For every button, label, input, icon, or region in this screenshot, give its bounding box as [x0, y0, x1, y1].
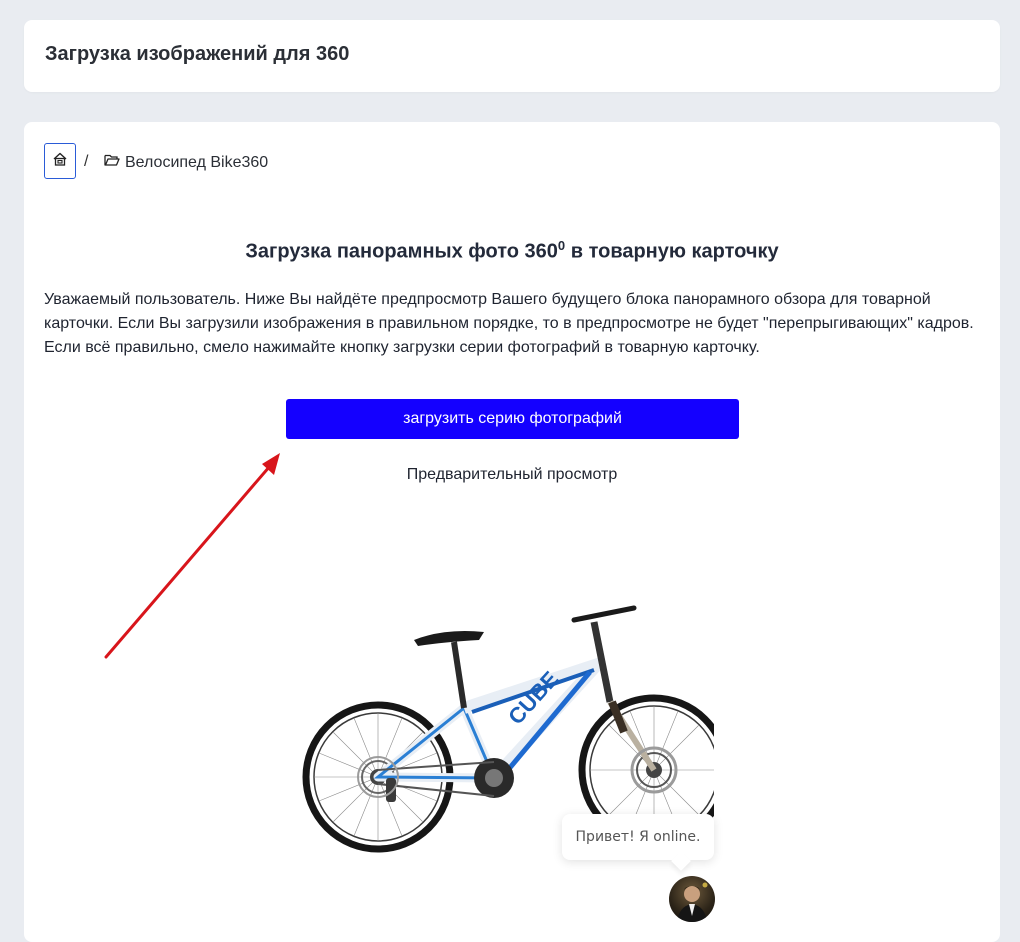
chat-avatar[interactable] — [669, 876, 715, 922]
description-text: Уважаемый пользователь. Ниже Вы найдёте … — [44, 291, 974, 356]
main-card: / Велосипед Bike360 Загрузка панорамных … — [24, 122, 1000, 942]
preview-label: Предварительный просмотр — [406, 466, 618, 483]
chat-greeting-bubble[interactable]: Привет! Я online. — [562, 814, 714, 860]
breadcrumb-item[interactable]: Велосипед Bike360 — [104, 153, 268, 172]
folder-open-icon — [104, 153, 120, 172]
upload-series-button[interactable]: загрузить серию фотографий — [286, 399, 739, 439]
home-icon — [52, 151, 68, 172]
breadcrumb-separator: / — [84, 153, 89, 170]
page-header: Загрузка изображений для 360 — [24, 20, 1000, 92]
page-title: Загрузка изображений для 360 — [45, 43, 350, 65]
section-title: Загрузка панорамных фото 3600 в товарную… — [245, 238, 779, 263]
breadcrumb-label: Велосипед Bike360 — [125, 153, 269, 171]
home-button[interactable] — [44, 143, 76, 179]
